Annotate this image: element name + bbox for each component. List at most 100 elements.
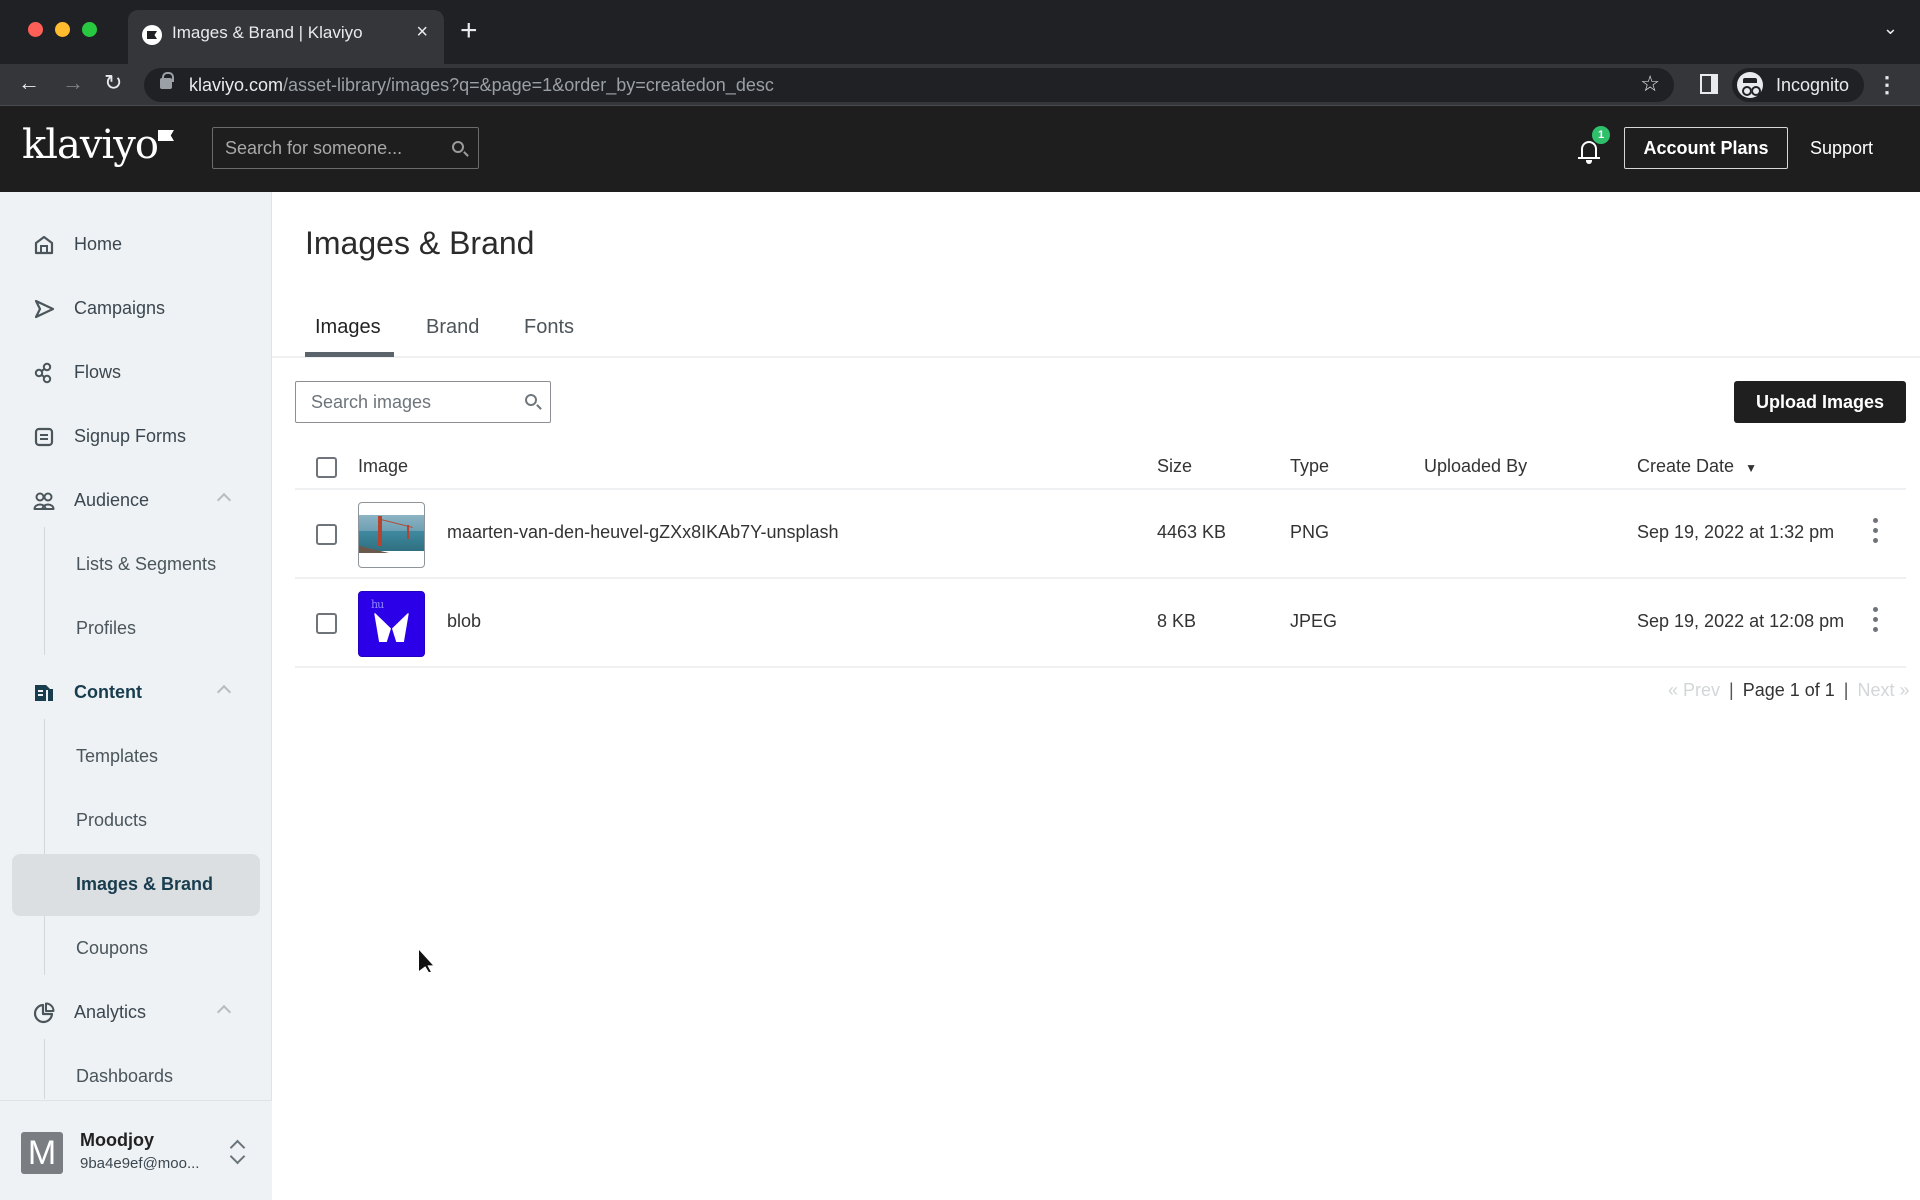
- browser-toolbar: ← → ↻ klaviyo.com/asset-library/images?q…: [0, 64, 1920, 106]
- sidebar-item-label: Content: [74, 682, 142, 702]
- browser-tab-strip: Images & Brand | Klaviyo × + ⌄: [0, 0, 1920, 64]
- column-header-uploaded-by[interactable]: Uploaded By: [1424, 456, 1527, 477]
- switch-account-chevrons-icon[interactable]: [229, 1138, 245, 1166]
- sidebar-item-dashboards[interactable]: Dashboards: [12, 1046, 260, 1108]
- close-tab-icon[interactable]: ×: [416, 21, 428, 44]
- row-checkbox[interactable]: [316, 524, 337, 545]
- sidebar-item-flows[interactable]: Flows: [0, 347, 272, 399]
- klaviyo-logo[interactable]: klaviyo: [22, 122, 174, 168]
- tab-search-chevron-icon[interactable]: ⌄: [1883, 18, 1898, 39]
- active-tab-indicator: [305, 352, 394, 357]
- logo-flag-icon: [157, 130, 174, 141]
- maximize-window-button[interactable]: [82, 22, 97, 37]
- sidebar-item-templates[interactable]: Templates: [12, 726, 260, 788]
- support-link[interactable]: Support: [1810, 138, 1873, 159]
- lock-icon: [160, 72, 174, 89]
- sidebar-item-lists-segments[interactable]: Lists & Segments: [12, 534, 260, 596]
- incognito-icon: [1737, 72, 1763, 98]
- image-size: 8 KB: [1157, 611, 1197, 631]
- column-header-size[interactable]: Size: [1157, 456, 1192, 477]
- pagination-divider: |: [1729, 680, 1734, 700]
- app-header: klaviyo Account Plans Support: [0, 106, 1920, 192]
- upload-images-button[interactable]: Upload Images: [1734, 381, 1906, 423]
- side-panel-icon[interactable]: [1700, 74, 1718, 94]
- row-checkbox[interactable]: [316, 613, 337, 634]
- profile-label: Incognito: [1776, 75, 1850, 95]
- sidebar-item-label: Profiles: [76, 618, 137, 638]
- sidebar-item-coupons[interactable]: Coupons: [12, 918, 260, 980]
- sidebar-item-products[interactable]: Products: [12, 790, 260, 852]
- sidebar-item-label: Images & Brand: [76, 874, 214, 894]
- sidebar-item-audience[interactable]: Audience: [0, 475, 272, 527]
- column-header-create-date[interactable]: Create Date ▼: [1637, 456, 1757, 477]
- account-email: 9ba4e9ef@moo...: [80, 1155, 200, 1172]
- people-icon: [33, 490, 55, 512]
- form-icon: [33, 426, 55, 448]
- people-search-input[interactable]: [225, 128, 445, 168]
- flows-icon: [33, 362, 55, 384]
- sidebar-item-campaigns[interactable]: Campaigns: [0, 283, 272, 335]
- image-create-date: Sep 19, 2022 at 1:32 pm: [1637, 522, 1835, 542]
- column-header-type[interactable]: Type: [1290, 456, 1329, 477]
- people-search: [212, 127, 479, 169]
- sidebar-item-label: Coupons: [76, 938, 149, 958]
- sidebar-item-content[interactable]: Content: [0, 667, 272, 719]
- image-thumbnail-logo[interactable]: hu: [358, 591, 425, 657]
- collapse-chevron-icon[interactable]: [216, 492, 232, 508]
- minimize-window-button[interactable]: [55, 22, 70, 37]
- image-thumbnail-bridge[interactable]: [358, 502, 425, 568]
- search-icon[interactable]: [452, 141, 464, 153]
- sidebar-item-label: Audience: [74, 490, 150, 510]
- home-icon: [33, 234, 55, 256]
- tab-images[interactable]: Images: [315, 316, 381, 339]
- sidebar-item-label: Signup Forms: [74, 426, 187, 446]
- account-switcher[interactable]: M Moodjoy 9ba4e9ef@moo...: [0, 1100, 272, 1200]
- next-page-link[interactable]: Next »: [1857, 680, 1909, 700]
- sidebar-item-images-brand[interactable]: Images & Brand: [12, 854, 260, 916]
- tab-title: Images & Brand | Klaviyo: [172, 23, 363, 42]
- url-text: klaviyo.com/asset-library/images?q=&page…: [189, 75, 774, 96]
- back-arrow-icon[interactable]: ←: [18, 70, 40, 96]
- avatar: M: [21, 1132, 63, 1174]
- forward-arrow-icon[interactable]: →: [62, 70, 84, 96]
- select-all-checkbox[interactable]: [316, 457, 337, 478]
- tab-brand[interactable]: Brand: [426, 316, 479, 339]
- image-name[interactable]: blob: [447, 611, 481, 632]
- collapse-chevron-icon[interactable]: [216, 684, 232, 700]
- prev-page-link[interactable]: « Prev: [1668, 680, 1720, 700]
- incognito-profile-button[interactable]: Incognito: [1732, 68, 1864, 102]
- url-host: klaviyo.com: [189, 75, 284, 95]
- row-actions-menu-icon[interactable]: [1871, 607, 1879, 637]
- image-name[interactable]: maarten-van-den-heuvel-gZXx8IKAb7Y-unspl…: [447, 522, 839, 543]
- sidebar-item-label: Products: [76, 810, 148, 830]
- image-type: JPEG: [1290, 611, 1338, 631]
- new-tab-icon[interactable]: +: [460, 14, 478, 48]
- klaviyo-favicon-icon: [142, 25, 162, 45]
- browser-menu-icon[interactable]: ⋮: [1876, 72, 1898, 98]
- reload-icon[interactable]: ↻: [104, 70, 122, 96]
- page-indicator: Page 1 of 1: [1742, 680, 1835, 700]
- table-row[interactable]: hu blob 8 KB JPEG Sep 19, 2022 at 12:08 …: [295, 579, 1906, 668]
- sidebar-item-profiles[interactable]: Profiles: [12, 598, 260, 660]
- sidebar-item-home[interactable]: Home: [0, 219, 272, 271]
- mouse-cursor-icon: [419, 950, 433, 972]
- tab-fonts[interactable]: Fonts: [524, 316, 574, 339]
- account-plans-button[interactable]: Account Plans: [1624, 127, 1788, 169]
- table-row[interactable]: maarten-van-den-heuvel-gZXx8IKAb7Y-unspl…: [295, 490, 1906, 579]
- image-create-date: Sep 19, 2022 at 12:08 pm: [1637, 611, 1845, 631]
- url-bar[interactable]: klaviyo.com/asset-library/images?q=&page…: [144, 68, 1674, 102]
- browser-tab[interactable]: Images & Brand | Klaviyo ×: [128, 10, 444, 64]
- sidebar-item-label: Analytics: [74, 1002, 147, 1022]
- bookmark-star-icon[interactable]: ☆: [1640, 71, 1660, 97]
- account-name: Moodjoy: [80, 1130, 154, 1150]
- sidebar-item-label: Lists & Segments: [76, 554, 217, 574]
- sidebar-item-label: Flows: [74, 362, 122, 382]
- sidebar-item-signup-forms[interactable]: Signup Forms: [0, 411, 272, 463]
- analytics-icon: [33, 1002, 55, 1024]
- sidebar-item-analytics[interactable]: Analytics: [0, 987, 272, 1039]
- search-icon[interactable]: [525, 394, 537, 406]
- image-search-input[interactable]: [311, 382, 511, 422]
- collapse-chevron-icon[interactable]: [216, 1004, 232, 1020]
- row-actions-menu-icon[interactable]: [1871, 518, 1879, 548]
- close-window-button[interactable]: [28, 22, 43, 37]
